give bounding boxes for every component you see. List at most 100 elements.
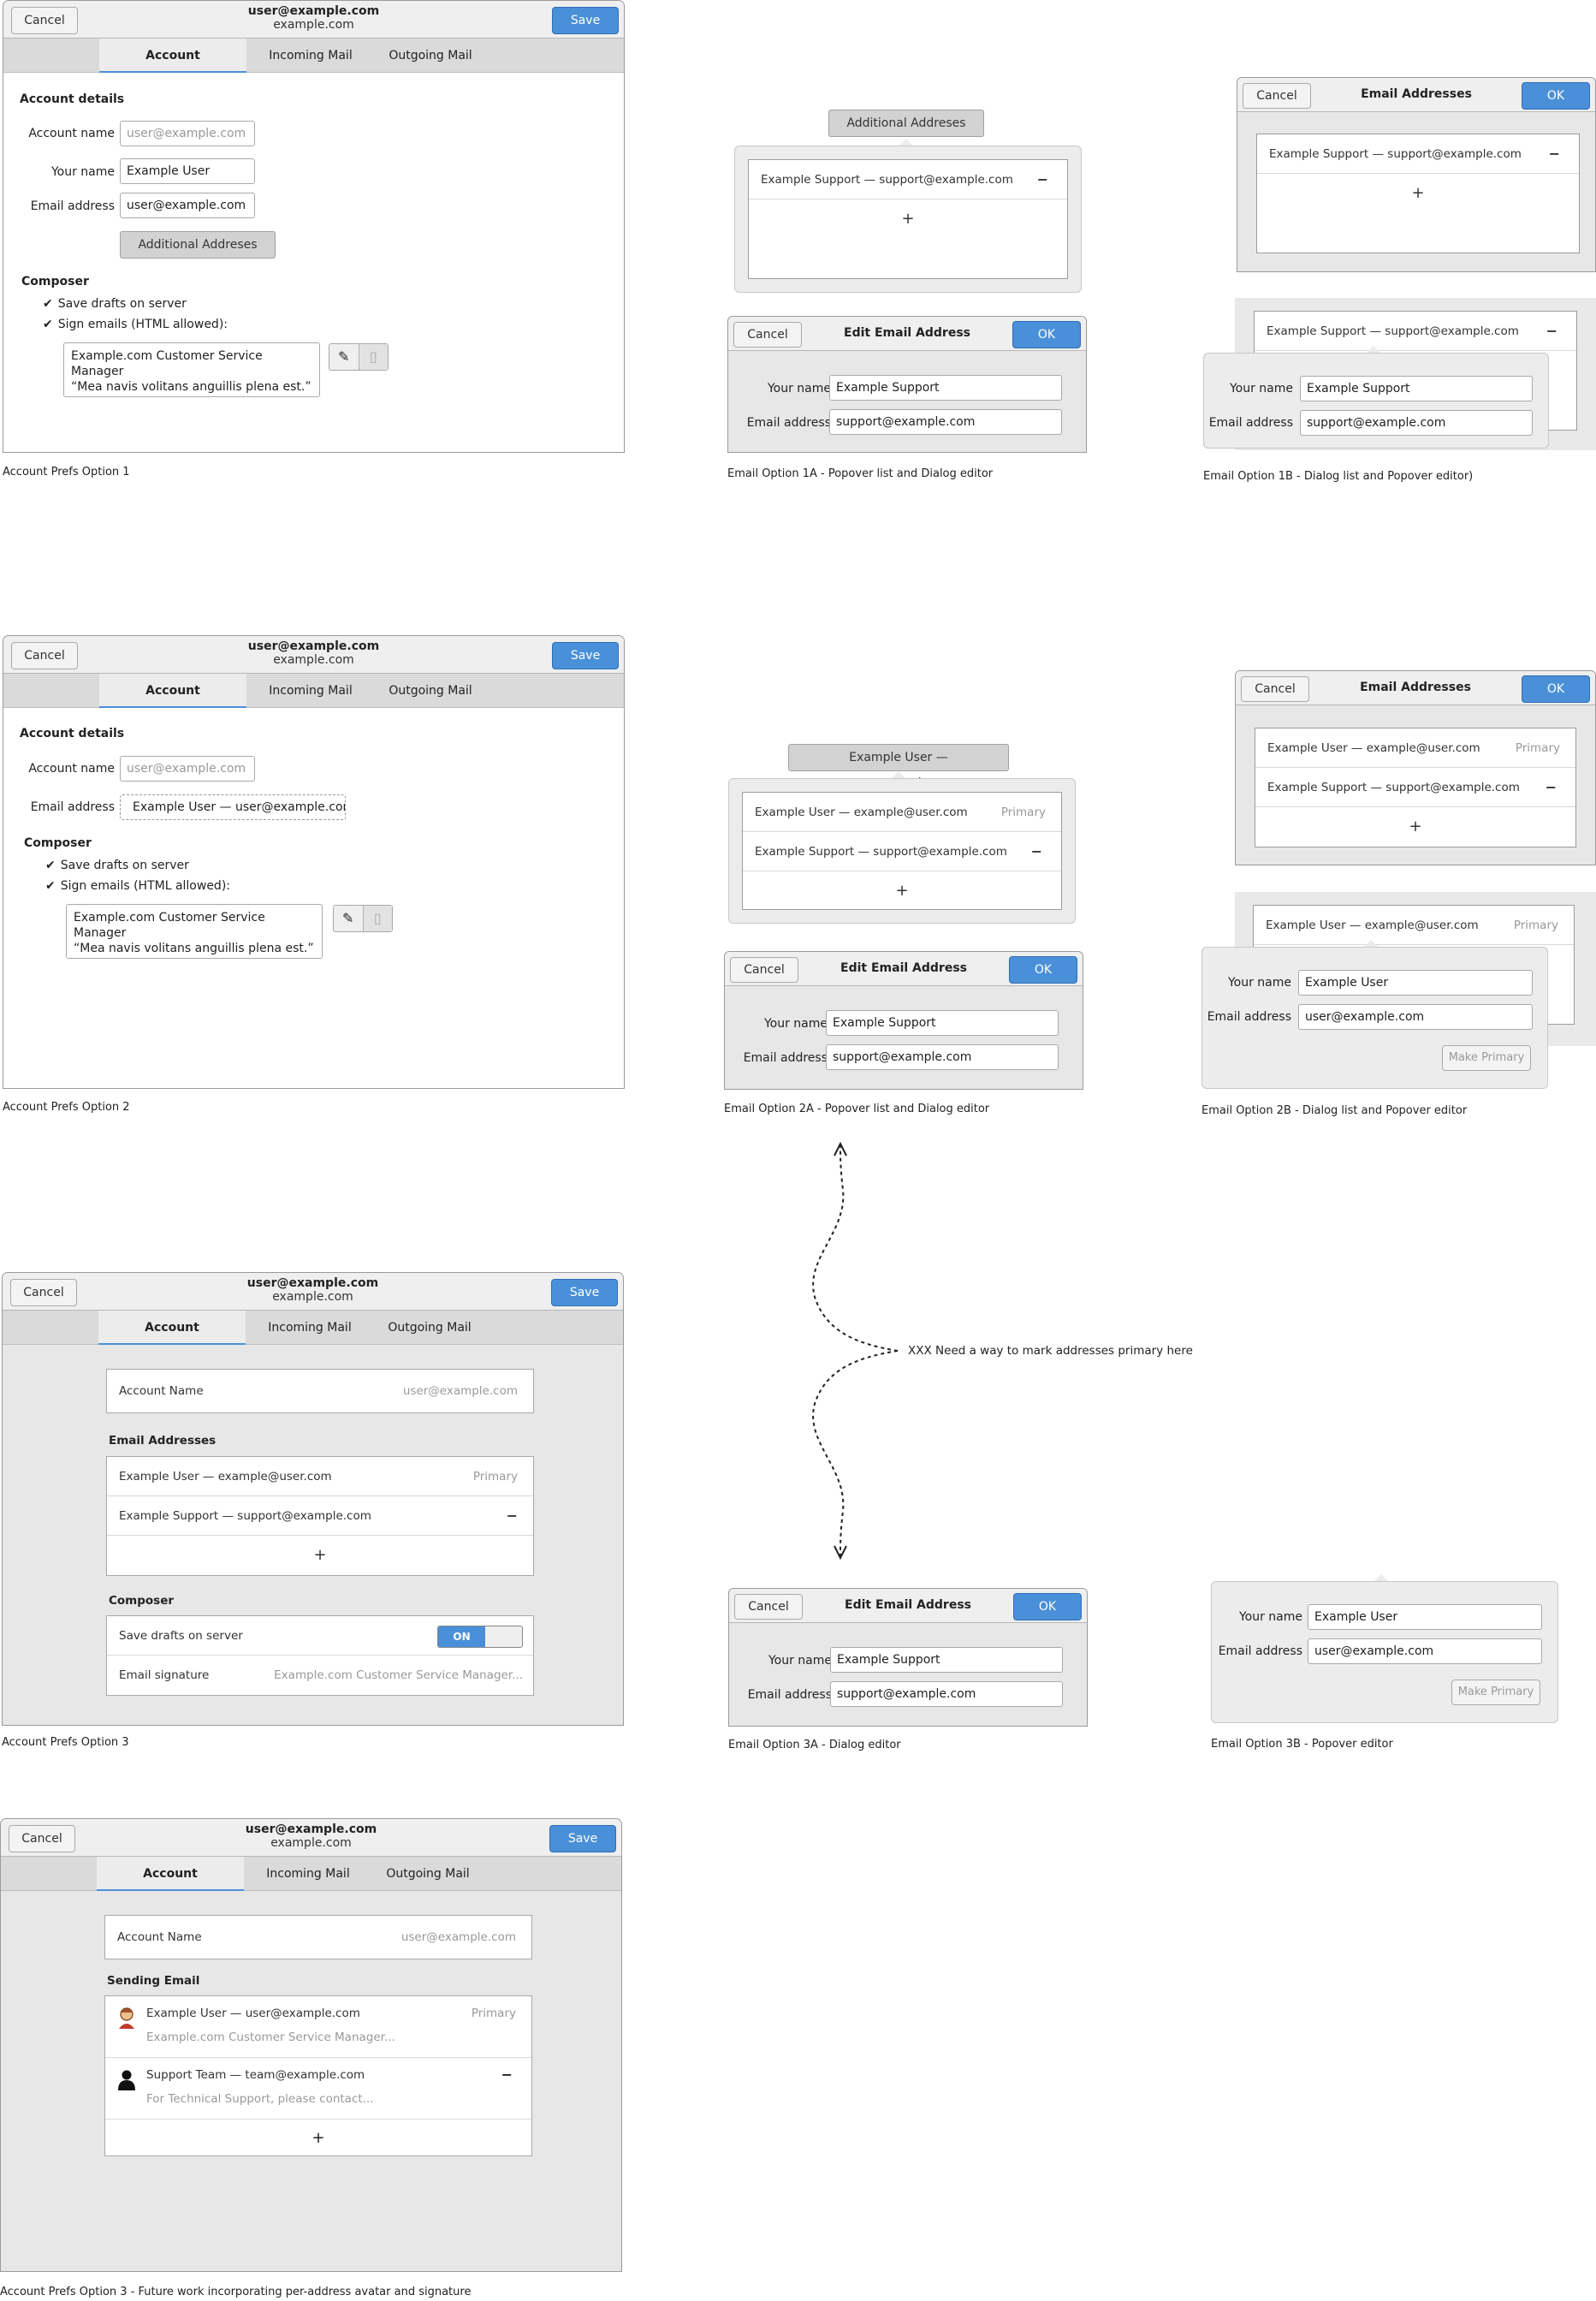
your-name-label: Your name — [1238, 1610, 1302, 1624]
tab-incoming-mail[interactable]: Incoming Mail — [244, 1857, 372, 1891]
list-item[interactable]: Example Support — support@example.com − — [1255, 768, 1575, 807]
your-name-input[interactable]: Example Support — [826, 1010, 1059, 1036]
save-button[interactable]: Save — [552, 642, 619, 669]
signature-row[interactable]: Email signature Example.com Customer Serv… — [107, 1656, 533, 1695]
ok-button[interactable]: OK — [1013, 1593, 1082, 1620]
remove-icon[interactable]: − — [501, 2066, 513, 2083]
tab-incoming-mail[interactable]: Incoming Mail — [246, 674, 375, 708]
address-list: Example Support — support@example.com − + — [1256, 134, 1580, 253]
sign-emails-checkbox[interactable]: ✔ Sign emails (HTML allowed): — [43, 318, 228, 331]
add-row[interactable]: + — [107, 1536, 533, 1575]
save-button[interactable]: Save — [551, 1279, 618, 1306]
signature-preview: For Technical Support, please contact... — [146, 2092, 374, 2106]
add-icon[interactable]: + — [311, 2129, 324, 2147]
save-button[interactable]: Save — [552, 7, 619, 34]
tab-account[interactable]: Account — [98, 1311, 246, 1345]
list-item[interactable]: Example User — example@user.com Primary — [1255, 728, 1575, 768]
email-address-input[interactable]: support@example.com — [826, 1044, 1059, 1070]
tab-bar: Account Incoming Mail Outgoing Mail — [1, 1857, 621, 1891]
address-list: Example User — example@user.com Primary E… — [742, 792, 1062, 910]
tab-incoming-mail[interactable]: Incoming Mail — [246, 39, 375, 73]
your-name-input[interactable]: Example User — [1308, 1604, 1542, 1630]
additional-addresses-popover-button[interactable]: Additional Addreses — [828, 110, 984, 137]
tab-account[interactable]: Account — [99, 39, 246, 73]
list-item[interactable]: Example Support — support@example.com − — [1257, 134, 1579, 174]
email-address-input[interactable]: support@example.com — [830, 1681, 1063, 1707]
add-row[interactable]: + — [749, 199, 1067, 239]
your-name-input[interactable]: Example User — [120, 158, 255, 184]
save-drafts-checkbox[interactable]: ✔ Save drafts on server — [45, 859, 189, 872]
add-icon[interactable]: + — [1257, 174, 1579, 213]
add-row[interactable]: + — [743, 871, 1061, 911]
tab-outgoing-mail[interactable]: Outgoing Mail — [374, 1311, 485, 1345]
ok-button[interactable]: OK — [1012, 321, 1081, 348]
address-label: Example Support — support@example.com — [1269, 147, 1522, 161]
edit-icon[interactable]: ✎ — [334, 906, 363, 931]
remove-icon[interactable]: − — [1037, 160, 1048, 199]
tab-outgoing-mail[interactable]: Outgoing Mail — [372, 1857, 484, 1891]
tab-incoming-mail[interactable]: Incoming Mail — [246, 1311, 374, 1345]
edit-icon[interactable]: ✎ — [329, 344, 359, 370]
list-item[interactable]: Example Support — support@example.com − — [749, 160, 1067, 199]
email-address-input[interactable]: user@example.com — [1298, 1004, 1533, 1030]
list-item[interactable]: Example User — example@user.com Primary — [743, 793, 1061, 832]
signature-textarea[interactable]: Example.com Customer Service Manager “Me… — [63, 342, 320, 397]
add-row[interactable]: + — [105, 2120, 531, 2157]
make-primary-button[interactable]: Make Primary — [1442, 1045, 1531, 1071]
list-item[interactable]: Example User — user@example.com Primary … — [105, 1996, 531, 2058]
list-item[interactable]: Example Support — support@example.com − — [107, 1496, 533, 1536]
remove-icon[interactable]: − — [1546, 312, 1557, 351]
email-address-label: Email address — [746, 416, 831, 430]
document-icon[interactable]: ▯ — [362, 906, 392, 931]
dialog-header: Cancel Email Addresses OK — [1236, 671, 1595, 705]
remove-icon[interactable]: − — [1549, 134, 1560, 174]
sign-emails-checkbox[interactable]: ✔ Sign emails (HTML allowed): — [45, 879, 230, 893]
remove-icon[interactable]: − — [507, 1496, 518, 1536]
your-name-input[interactable]: Example Support — [1300, 376, 1533, 401]
save-button[interactable]: Save — [549, 1825, 616, 1852]
save-drafts-toggle[interactable]: ON — [437, 1626, 523, 1648]
tab-account[interactable]: Account — [99, 674, 246, 708]
save-drafts-checkbox[interactable]: ✔ Save drafts on server — [43, 297, 187, 311]
tab-account[interactable]: Account — [97, 1857, 244, 1891]
email-address-combo[interactable]: Example User — user@example.com — [120, 794, 346, 820]
add-row[interactable]: + — [1257, 174, 1579, 213]
ok-button[interactable]: OK — [1522, 675, 1590, 703]
list-item[interactable]: Example User — example@user.com Primary — [1254, 906, 1574, 945]
list-item[interactable]: Example User — example@user.com Primary — [107, 1457, 533, 1496]
list-item[interactable]: Example Support — support@example.com − — [743, 832, 1061, 871]
list-item[interactable]: Example Support — support@example.com − — [1255, 312, 1576, 351]
document-icon[interactable]: ▯ — [358, 344, 388, 370]
add-icon[interactable]: + — [743, 871, 1061, 911]
add-row[interactable]: + — [1255, 807, 1575, 847]
your-name-input[interactable]: Example Support — [830, 1647, 1063, 1673]
account-name-row[interactable]: Account Name user@example.com — [104, 1915, 532, 1959]
account-name-input[interactable]: user@example.com — [120, 756, 255, 782]
signature-button-group: ✎ ▯ — [333, 905, 393, 932]
add-icon[interactable]: + — [1255, 807, 1575, 847]
email-address-input[interactable]: user@example.com — [120, 193, 255, 218]
email-address-input[interactable]: support@example.com — [829, 409, 1062, 435]
email-address-input[interactable]: user@example.com — [1308, 1638, 1542, 1664]
your-name-input[interactable]: Example User — [1298, 970, 1533, 996]
add-icon[interactable]: + — [749, 199, 1067, 239]
email-address-input[interactable]: support@example.com — [1300, 410, 1533, 436]
signature-textarea[interactable]: Example.com Customer Service Manager “Me… — [66, 904, 323, 959]
your-name-input[interactable]: Example Support — [829, 375, 1062, 401]
add-icon[interactable]: + — [107, 1536, 533, 1575]
remove-icon[interactable]: − — [1031, 832, 1042, 871]
ok-button[interactable]: OK — [1522, 82, 1590, 110]
list-item[interactable]: Support Team — team@example.com − For Te… — [105, 2058, 531, 2120]
check-icon: ✔ — [43, 297, 53, 311]
account-name-row[interactable]: Account Name user@example.com — [106, 1369, 534, 1413]
remove-icon[interactable]: − — [1546, 768, 1557, 807]
sending-email-heading: Sending Email — [107, 1974, 200, 1988]
ok-button[interactable]: OK — [1009, 956, 1077, 984]
additional-addresses-button[interactable]: Additional Addreses — [120, 231, 276, 259]
tab-outgoing-mail[interactable]: Outgoing Mail — [375, 39, 486, 73]
account-name-input[interactable]: user@example.com — [120, 121, 255, 146]
address-popover-button[interactable]: Example User — user@example.com — [788, 744, 1009, 790]
tab-outgoing-mail[interactable]: Outgoing Mail — [375, 674, 486, 708]
make-primary-button[interactable]: Make Primary — [1451, 1680, 1540, 1705]
edit-email-dialog: Cancel Edit Email Address OK Your name E… — [728, 1588, 1088, 1727]
